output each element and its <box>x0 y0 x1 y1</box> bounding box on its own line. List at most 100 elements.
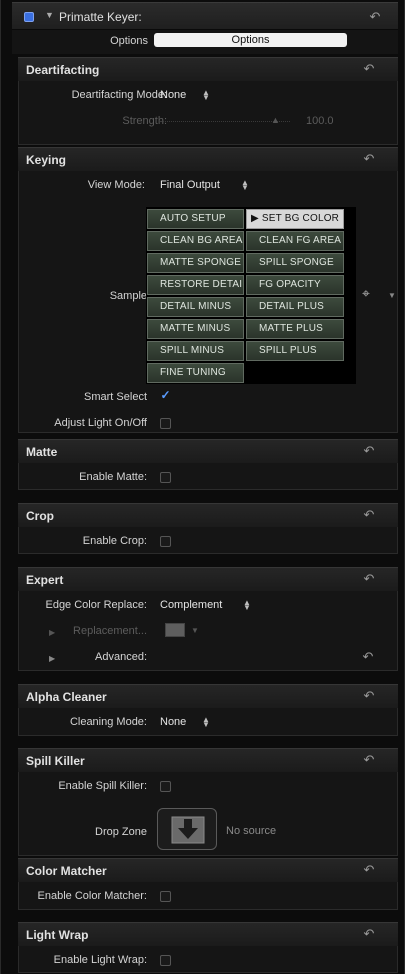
section-title: Keying <box>26 153 67 167</box>
options-label: Options <box>110 35 148 47</box>
drop-arrow-icon <box>171 816 205 844</box>
deartifacting-mode-label: Deartifacting Mode: <box>71 89 167 101</box>
enable-spill-killer-checkbox[interactable] <box>160 781 171 792</box>
crop-header[interactable]: Crop ↶ <box>18 503 398 527</box>
onscreen-control-icon[interactable]: ⌖ <box>362 285 370 302</box>
spill-sponge-button[interactable]: SPILL SPONGE <box>246 253 344 273</box>
spill-minus-button[interactable]: SPILL MINUS <box>147 341 244 361</box>
keying-body: View Mode: Final Output ▲ ▼ Sample AUTO S… <box>18 171 398 433</box>
disclosure-triangle-icon[interactable]: ▶ <box>49 654 55 663</box>
primatte-button-grid: AUTO SETUP ▶ SET BG COLOR CLEAN BG AREA … <box>146 207 356 384</box>
matte-plus-button[interactable]: MATTE PLUS <box>246 319 344 339</box>
effect-title: Primatte Keyer: <box>59 10 142 24</box>
clean-fg-area-button[interactable]: CLEAN FG AREA <box>246 231 344 251</box>
enable-light-wrap-label: Enable Light Wrap: <box>53 954 147 966</box>
detail-minus-button[interactable]: DETAIL MINUS <box>147 297 244 317</box>
reset-icon[interactable]: ↶ <box>362 572 376 586</box>
expert-body: Edge Color Replace: Complement ▲ ▼ ▶ Repl… <box>18 591 398 671</box>
spill-plus-button[interactable]: SPILL PLUS <box>246 341 344 361</box>
auto-setup-button[interactable]: AUTO SETUP <box>147 209 244 229</box>
reset-icon[interactable]: ↶ <box>361 650 375 664</box>
reset-icon[interactable]: ↶ <box>362 444 376 458</box>
cleaning-mode-label: Cleaning Mode: <box>69 716 147 728</box>
fg-opacity-button[interactable]: FG OPACITY <box>246 275 344 295</box>
smart-select-checkbox[interactable]: ✓ <box>160 389 171 402</box>
deartifacting-header[interactable]: Deartifacting ↶ <box>18 57 398 81</box>
cleaning-mode-value[interactable]: None <box>160 716 186 728</box>
reset-icon[interactable]: ↶ <box>362 689 376 703</box>
reset-icon[interactable]: ↶ <box>362 508 376 522</box>
enable-light-wrap-checkbox[interactable] <box>160 955 171 966</box>
expert-header[interactable]: Expert ↶ <box>18 567 398 591</box>
section-title: Crop <box>26 509 54 523</box>
enable-spill-killer-label: Enable Spill Killer: <box>58 780 147 792</box>
updown-arrows-icon[interactable]: ▲ ▼ <box>241 179 249 192</box>
drop-zone-label: Drop Zone <box>95 826 147 838</box>
adjust-light-checkbox[interactable] <box>160 418 171 429</box>
adjust-light-label: Adjust Light On/Off <box>54 417 147 429</box>
chevron-down-icon[interactable]: ▼ <box>388 291 396 300</box>
matte-minus-button[interactable]: MATTE MINUS <box>147 319 244 339</box>
enable-crop-checkbox[interactable] <box>160 536 171 547</box>
enable-crop-label: Enable Crop: <box>82 535 147 547</box>
fine-tuning-button[interactable]: FINE TUNING <box>147 363 244 383</box>
updown-arrows-icon[interactable]: ▲ ▼ <box>243 599 251 612</box>
spill-killer-body: Enable Spill Killer: Drop Zone No source <box>18 772 398 856</box>
set-bg-color-label: SET BG COLOR <box>261 213 340 224</box>
section-title: Deartifacting <box>26 63 100 77</box>
deartifacting-mode-value[interactable]: None <box>160 89 186 101</box>
view-mode-value[interactable]: Final Output <box>160 179 220 191</box>
updown-arrows-icon[interactable]: ▲ ▼ <box>202 716 210 729</box>
enable-color-matcher-checkbox[interactable] <box>160 891 171 902</box>
slider-thumb-icon[interactable]: ▲ <box>271 115 281 125</box>
reset-icon[interactable]: ↶ <box>362 927 376 941</box>
alpha-cleaner-header[interactable]: Alpha Cleaner ↶ <box>18 684 398 708</box>
edge-color-replace-label: Edge Color Replace: <box>45 599 147 611</box>
matte-body: Enable Matte: <box>18 463 398 490</box>
options-button[interactable]: Options <box>154 33 347 47</box>
replacement-color-swatch[interactable] <box>165 623 185 637</box>
strength-value[interactable]: 100.0 <box>306 115 334 127</box>
edge-color-replace-value[interactable]: Complement <box>160 599 222 611</box>
reset-icon[interactable]: ↶ <box>368 10 382 24</box>
enable-matte-checkbox[interactable] <box>160 472 171 483</box>
chevron-down-icon[interactable]: ▼ <box>191 626 199 635</box>
disclosure-triangle-icon[interactable]: ▶ <box>49 628 55 637</box>
reset-icon[interactable]: ↶ <box>362 62 376 76</box>
color-matcher-header[interactable]: Color Matcher ↶ <box>18 858 398 882</box>
section-title: Light Wrap <box>26 928 89 942</box>
keying-header[interactable]: Keying ↶ <box>18 147 398 171</box>
reset-icon[interactable]: ↶ <box>362 863 376 877</box>
reset-icon[interactable]: ↶ <box>362 152 376 166</box>
effect-enable-checkbox[interactable] <box>24 12 34 22</box>
smart-select-label: Smart Select <box>84 391 147 403</box>
restore-detail-button[interactable]: RESTORE DETAIL <box>147 275 244 295</box>
disclosure-triangle-icon[interactable]: ▼ <box>45 10 54 20</box>
drop-zone-well[interactable] <box>157 808 217 850</box>
replacement-label: Replacement... <box>73 625 147 637</box>
set-bg-color-button[interactable]: ▶ SET BG COLOR <box>246 209 344 229</box>
matte-header[interactable]: Matte ↶ <box>18 439 398 463</box>
light-wrap-body: Enable Light Wrap: <box>18 946 398 973</box>
spill-killer-header[interactable]: Spill Killer ↶ <box>18 748 398 772</box>
color-matcher-body: Enable Color Matcher: <box>18 882 398 910</box>
light-wrap-header[interactable]: Light Wrap ↶ <box>18 922 398 946</box>
drop-zone-status: No source <box>226 825 277 837</box>
detail-plus-button[interactable]: DETAIL PLUS <box>246 297 344 317</box>
updown-arrows-icon[interactable]: ▲ ▼ <box>202 89 210 102</box>
deartifacting-body: Deartifacting Mode: None ▲ ▼ Strength: ▲ … <box>18 81 398 145</box>
matte-sponge-button[interactable]: MATTE SPONGE <box>147 253 244 273</box>
advanced-label: Advanced: <box>95 651 147 663</box>
enable-color-matcher-label: Enable Color Matcher: <box>37 890 147 902</box>
section-title: Expert <box>26 573 64 587</box>
section-title: Color Matcher <box>26 864 107 878</box>
section-title: Spill Killer <box>26 754 85 768</box>
section-title: Alpha Cleaner <box>26 690 107 704</box>
options-row: Options Options <box>12 30 398 54</box>
sample-label: Sample <box>109 290 147 302</box>
view-mode-label: View Mode: <box>87 179 145 191</box>
reset-icon[interactable]: ↶ <box>362 753 376 767</box>
crop-body: Enable Crop: <box>18 527 398 554</box>
clean-bg-area-button[interactable]: CLEAN BG AREA <box>147 231 244 251</box>
effect-header: ▼ Primatte Keyer: ↶ <box>12 2 398 30</box>
